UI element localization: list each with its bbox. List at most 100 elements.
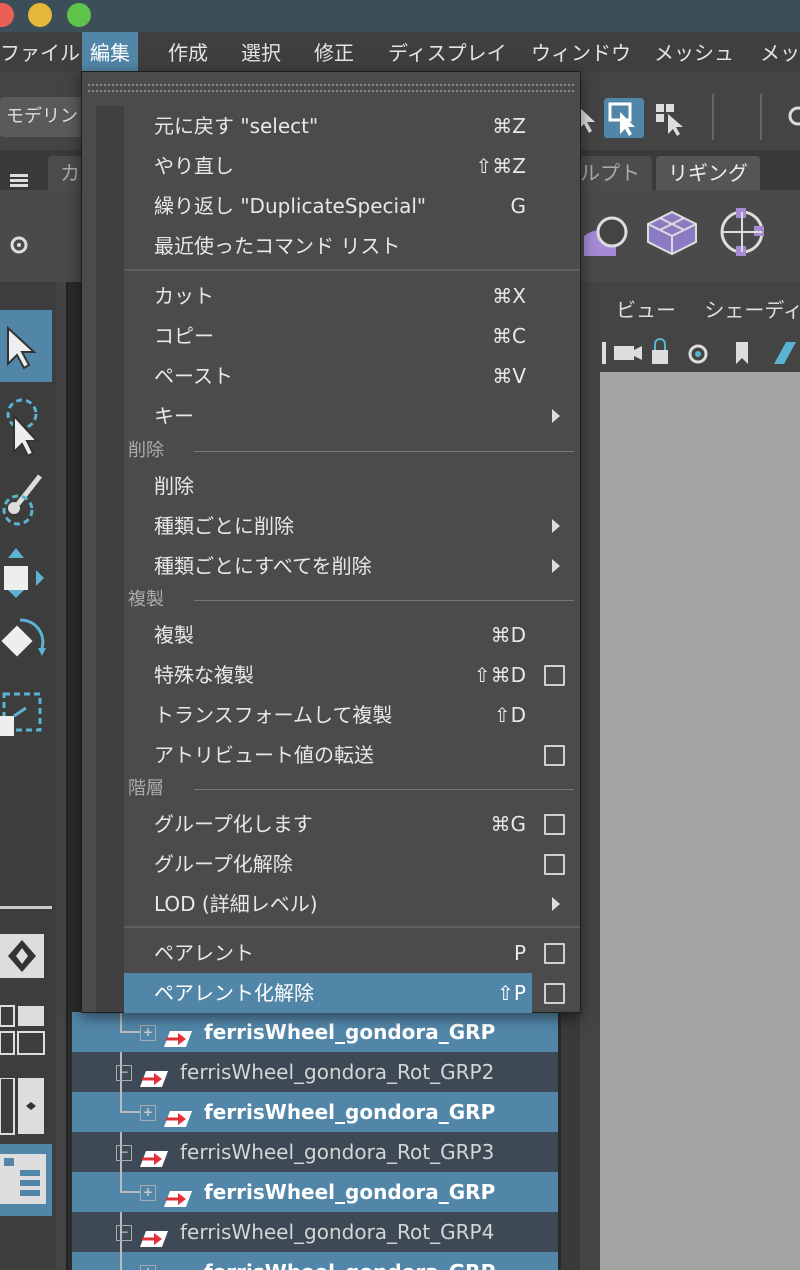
shelf-menu-icon[interactable] [0, 150, 40, 190]
expand-toggle-icon[interactable]: + [140, 1265, 156, 1270]
menu-mesh-tools[interactable]: メッ [752, 32, 800, 72]
expand-toggle-icon[interactable]: + [140, 1025, 156, 1041]
menu-mesh[interactable]: メッシュ [646, 32, 742, 72]
submenu-arrow-icon [552, 897, 560, 911]
paint-select-tool-icon[interactable] [0, 470, 52, 542]
select-hierarchy-icon[interactable] [650, 98, 690, 138]
move-tool-icon[interactable] [0, 544, 52, 616]
menu-item-lod[interactable]: LOD (詳細レベル) [124, 884, 560, 924]
expand-toggle-icon[interactable]: + [140, 1105, 156, 1121]
image-plane-icon [774, 342, 796, 364]
transform-node-icon [164, 1182, 194, 1207]
option-box-icon[interactable] [544, 665, 565, 686]
menu-modify[interactable]: 修正 [306, 32, 362, 72]
transform-node-icon [164, 1022, 194, 1047]
group-node-icon [140, 1222, 170, 1247]
menu-create[interactable]: 作成 [160, 32, 216, 72]
minimize-window-button[interactable] [28, 3, 52, 27]
menu-edit[interactable]: 編集 [82, 32, 138, 72]
viewport-menu-view[interactable]: ビュー [616, 298, 676, 322]
menu-item-duplicate-special[interactable]: 特殊な複製 ⇧⌘D [124, 655, 565, 695]
skin-bind-icon[interactable] [580, 202, 640, 262]
outliner-row[interactable]: − ferrisWheel_gondora_Rot_GRP2 [72, 1052, 558, 1092]
menu-item-copy[interactable]: コピー ⌘C [124, 316, 532, 356]
menu-item-delete-all-by-type[interactable]: 種類ごとにすべてを削除 [124, 546, 560, 586]
group-node-icon [140, 1142, 170, 1167]
viewport-menubar: ビュー シェーディ [616, 294, 800, 323]
toolbar-divider [712, 94, 714, 140]
outliner-row-label: ferrisWheel_gondora_Rot_GRP2 [180, 1060, 495, 1084]
collapse-toggle-icon[interactable]: − [116, 1225, 132, 1241]
layout-single-icon[interactable] [0, 930, 52, 986]
rotate-tool-icon[interactable] [0, 616, 52, 688]
option-box-icon[interactable] [544, 814, 565, 835]
viewport-panel: ビュー シェーディ [586, 282, 800, 1270]
outliner-row[interactable]: − ferrisWheel_gondora_Rot_GRP4 [72, 1212, 558, 1252]
menu-item-unparent[interactable]: ペアレント化解除 ⇧P [124, 973, 565, 1013]
zoom-window-button[interactable] [67, 3, 91, 27]
group-node-icon [140, 1062, 170, 1087]
menu-select[interactable]: 選択 [233, 32, 289, 72]
menu-divider [124, 926, 580, 928]
lasso-tool-icon[interactable] [0, 390, 52, 462]
lattice-icon[interactable] [642, 202, 702, 262]
camera-attributes-icon [688, 344, 708, 364]
close-window-button[interactable] [0, 3, 14, 27]
select-component-icon[interactable] [604, 98, 644, 138]
menu-item-delete-by-type[interactable]: 種類ごとに削除 [124, 506, 560, 546]
outliner-row-label: ferrisWheel_gondora_GRP [204, 1100, 496, 1124]
menu-tearoff-handle[interactable] [88, 84, 574, 92]
shelf-tab-rigging[interactable]: リギング [656, 156, 760, 190]
submenu-arrow-icon [552, 409, 560, 423]
option-box-icon[interactable] [544, 983, 565, 1004]
menu-file[interactable]: ファイル [0, 32, 88, 72]
menu-item-redo[interactable]: やり直し ⇧⌘Z [124, 146, 532, 186]
outliner-layout-icon[interactable] [0, 1144, 52, 1216]
layout-grid-icon[interactable] [0, 1000, 52, 1060]
menu-item-recent-commands[interactable]: 最近使ったコマンド リスト [124, 226, 532, 266]
menu-item-paste[interactable]: ペースト ⌘V [124, 356, 532, 396]
menu-item-duplicate[interactable]: 複製 ⌘D [124, 615, 532, 655]
layout-split-icon[interactable] [0, 1077, 52, 1138]
outliner-row-label: ferrisWheel_gondora_GRP [204, 1020, 496, 1044]
gear-icon[interactable] [4, 230, 34, 264]
outliner-row[interactable]: − ferrisWheel_gondora_Rot_GRP3 [72, 1132, 558, 1172]
main-menubar: ファイル 編集 作成 選択 修正 ディスプレイ ウィンドウ メッシュ メッ [0, 32, 800, 72]
menu-item-undo[interactable]: 元に戻す "select" ⌘Z [124, 106, 532, 146]
viewport-canvas[interactable] [600, 372, 800, 1270]
menu-item-parent[interactable]: ペアレント P [124, 933, 565, 973]
collapse-toggle-icon[interactable]: − [116, 1065, 132, 1081]
menu-window[interactable]: ウィンドウ [523, 32, 639, 72]
cluster-icon[interactable] [712, 202, 772, 262]
shelf-overflow-icon[interactable] [774, 202, 800, 262]
menu-item-duplicate-with-transform[interactable]: トランスフォームして複製 ⇧D [124, 695, 532, 735]
outliner-row[interactable]: + ferrisWheel_gondora_GRP [72, 1252, 558, 1270]
transform-node-icon [164, 1262, 194, 1270]
collapse-toggle-icon[interactable]: − [116, 1145, 132, 1161]
expand-toggle-icon[interactable]: + [140, 1185, 156, 1201]
option-box-icon[interactable] [544, 745, 565, 766]
submenu-arrow-icon [552, 519, 560, 533]
viewport-toolbar [600, 336, 800, 372]
menu-item-ungroup[interactable]: グループ化解除 [124, 844, 565, 884]
menu-item-keys[interactable]: キー [124, 396, 560, 436]
option-box-icon[interactable] [544, 854, 565, 875]
outliner-row-label: ferrisWheel_gondora_Rot_GRP4 [180, 1220, 495, 1244]
outliner-row[interactable]: + ferrisWheel_gondora_GRP [72, 1012, 558, 1052]
menu-item-group[interactable]: グループ化します ⌘G [124, 804, 565, 844]
menu-item-repeat[interactable]: 繰り返し "DuplicateSpecial" G [124, 186, 532, 226]
menu-item-transfer-attribute-values[interactable]: アトリビュート値の転送 [124, 735, 565, 775]
menu-item-cut[interactable]: カット ⌘X [124, 276, 532, 316]
outliner-row[interactable]: + ferrisWheel_gondora_GRP [72, 1172, 558, 1212]
toolbox [0, 282, 56, 1270]
menu-display[interactable]: ディスプレイ [380, 32, 515, 72]
outliner-row-label: ferrisWheel_gondora_GRP [204, 1252, 495, 1270]
camera-icon [614, 346, 642, 360]
scale-tool-icon[interactable] [0, 686, 52, 758]
outliner-row[interactable]: + ferrisWheel_gondora_GRP [72, 1092, 558, 1132]
viewport-menu-shading[interactable]: シェーディ [704, 298, 800, 322]
select-tool-icon[interactable] [0, 310, 52, 382]
option-box-icon[interactable] [544, 943, 565, 964]
menu-item-delete[interactable]: 削除 [124, 466, 532, 506]
search-icon[interactable] [782, 98, 800, 138]
